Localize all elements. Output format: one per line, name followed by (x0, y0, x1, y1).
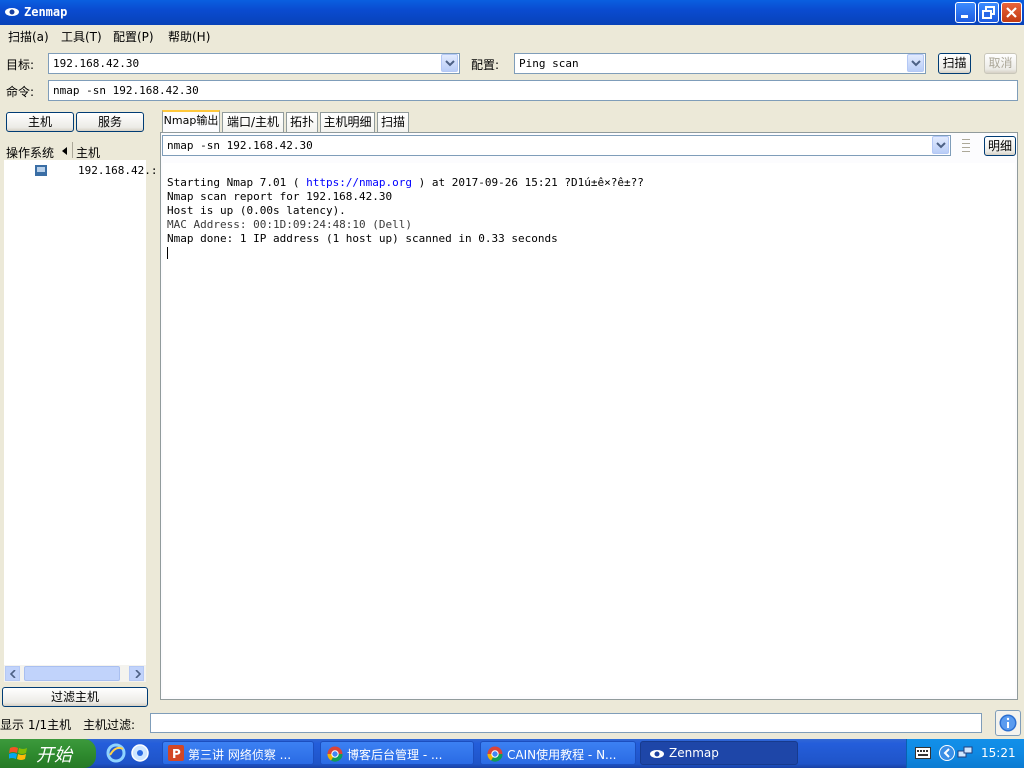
taskbar-item-label: 第三讲 网络侦察 ... (188, 748, 292, 762)
info-icon (999, 714, 1017, 732)
output-text-area[interactable]: Starting Nmap 7.01 ( https://nmap.org ) … (163, 163, 1015, 696)
output-select-value: nmap -sn 192.168.42.30 (167, 139, 313, 152)
profile-value: Ping scan (519, 57, 579, 70)
tab-topology[interactable]: 拓扑 (286, 112, 318, 132)
taskbar-item-zenmap[interactable]: Zenmap (640, 741, 798, 765)
chevron-down-icon (445, 60, 455, 67)
command-label: 命令: (6, 85, 35, 99)
svg-text:P: P (172, 747, 181, 761)
unknown-os-icon (35, 165, 47, 176)
host-list-header: 操作系统 主机 (4, 142, 146, 160)
host-name: 192.168.42.: (78, 164, 158, 177)
output-line-1-tail: ) at 2017-09-26 15:21 ?D1ú±ê×?ê±?? (412, 176, 644, 189)
details-button[interactable]: 明细 (984, 136, 1016, 156)
title-bar[interactable]: Zenmap (0, 0, 1024, 25)
showing-hosts-text: 显示 1/1主机 (0, 718, 72, 732)
menu-bar: 扫描(a) 工具(T) 配置(P) 帮助(H) (0, 25, 1024, 47)
host-list[interactable]: 192.168.42.: (4, 160, 157, 665)
filter-hosts-button[interactable]: 过滤主机 (2, 687, 148, 707)
taskbar-item-label: 博客后台管理 - ... (347, 748, 443, 762)
system-tray: 15:21 (906, 739, 1024, 768)
browser-icon[interactable] (130, 743, 150, 763)
text-cursor (167, 247, 168, 259)
hosts-button[interactable]: 主机 (6, 112, 74, 132)
clock[interactable]: 15:21 (981, 746, 1016, 760)
output-line-1: Starting Nmap 7.01 ( https://nmap.org ) … (167, 176, 644, 189)
chevron-right-icon (135, 670, 141, 678)
output-line-1-text: Starting Nmap 7.01 ( (167, 176, 307, 189)
host-row[interactable]: 192.168.42.: (4, 162, 157, 180)
minimize-icon (961, 15, 968, 18)
tab-ports-hosts[interactable]: 端口/主机 (222, 112, 284, 132)
close-icon (1006, 7, 1017, 18)
column-divider (72, 142, 73, 158)
internet-explorer-icon[interactable] (106, 743, 126, 763)
host-filter-input[interactable] (150, 713, 982, 733)
host-filter-label: 主机过滤: (83, 718, 136, 732)
window-title: Zenmap (24, 5, 68, 19)
output-line-3: Host is up (0.00s latency). (167, 204, 346, 217)
restore-icon (982, 6, 995, 19)
cancel-button[interactable]: 取消 (984, 53, 1017, 74)
chevron-left-icon (10, 670, 16, 678)
profile-label: 配置: (471, 58, 500, 72)
start-button[interactable]: 开始 (0, 739, 96, 768)
taskbar-item-label: CAIN使用教程 - N... (507, 748, 617, 762)
taskbar-item-cain-tutorial[interactable]: CAIN使用教程 - N... (480, 741, 636, 765)
sort-arrow-icon (62, 147, 67, 155)
windows-logo-icon (9, 747, 27, 760)
menu-scan[interactable]: 扫描(a) (8, 28, 49, 45)
taskbar-item-powerpoint[interactable]: P 第三讲 网络侦察 ... (162, 741, 314, 765)
zenmap-eye-icon (5, 8, 19, 16)
scroll-thumb[interactable] (24, 666, 120, 681)
target-value: 192.168.42.30 (53, 57, 140, 70)
taskbar-item-label: Zenmap (669, 746, 719, 760)
chrome-icon (327, 746, 343, 762)
nmap-org-link[interactable]: https://nmap.org (306, 176, 412, 189)
minimize-button[interactable] (955, 2, 976, 23)
column-host[interactable]: 主机 (76, 144, 100, 161)
chevron-down-icon (911, 60, 921, 67)
output-dropdown-button[interactable] (932, 136, 949, 154)
chevron-down-icon (936, 142, 946, 149)
target-input[interactable]: 192.168.42.30 (48, 53, 460, 74)
menu-profile[interactable]: 配置(P) (113, 28, 154, 45)
info-button[interactable] (995, 710, 1021, 736)
output-line-2: Nmap scan report for 192.168.42.30 (167, 190, 393, 203)
drag-handle-icon (962, 139, 970, 152)
restore-button[interactable] (978, 2, 999, 23)
profile-dropdown-button[interactable] (907, 54, 924, 72)
profile-select[interactable]: Ping scan (514, 53, 926, 74)
tab-scans[interactable]: 扫描 (377, 112, 409, 132)
target-label: 目标: (6, 58, 35, 72)
powerpoint-icon: P (168, 745, 184, 761)
network-icon[interactable] (957, 745, 973, 761)
command-value: nmap -sn 192.168.42.30 (53, 84, 199, 97)
close-button[interactable] (1001, 2, 1022, 23)
zenmap-eye-icon (650, 750, 664, 758)
target-dropdown-button[interactable] (441, 54, 458, 72)
start-label: 开始 (36, 745, 72, 766)
keyboard-icon[interactable] (915, 747, 931, 759)
output-select[interactable]: nmap -sn 192.168.42.30 (162, 135, 951, 156)
menu-tools[interactable]: 工具(T) (61, 28, 102, 45)
command-input[interactable]: nmap -sn 192.168.42.30 (48, 80, 1018, 101)
chrome-icon (487, 746, 503, 762)
scroll-left-button[interactable] (5, 666, 20, 681)
tab-host-details[interactable]: 主机明细 (320, 112, 375, 132)
host-list-scrollbar[interactable] (4, 665, 146, 682)
scan-button[interactable]: 扫描 (938, 53, 971, 74)
tab-nmap-output[interactable]: Nmap输出 (162, 110, 220, 133)
output-line-5: Nmap done: 1 IP address (1 host up) scan… (167, 232, 558, 245)
services-button[interactable]: 服务 (76, 112, 144, 132)
scroll-right-button[interactable] (129, 666, 144, 681)
taskbar-item-blog-admin[interactable]: 博客后台管理 - ... (320, 741, 474, 765)
output-line-4: MAC Address: 00:1D:09:24:48:10 (Dell) (167, 218, 413, 231)
show-hidden-icons-icon[interactable] (939, 745, 955, 761)
column-os[interactable]: 操作系统 (6, 144, 54, 161)
menu-help[interactable]: 帮助(H) (168, 28, 210, 45)
